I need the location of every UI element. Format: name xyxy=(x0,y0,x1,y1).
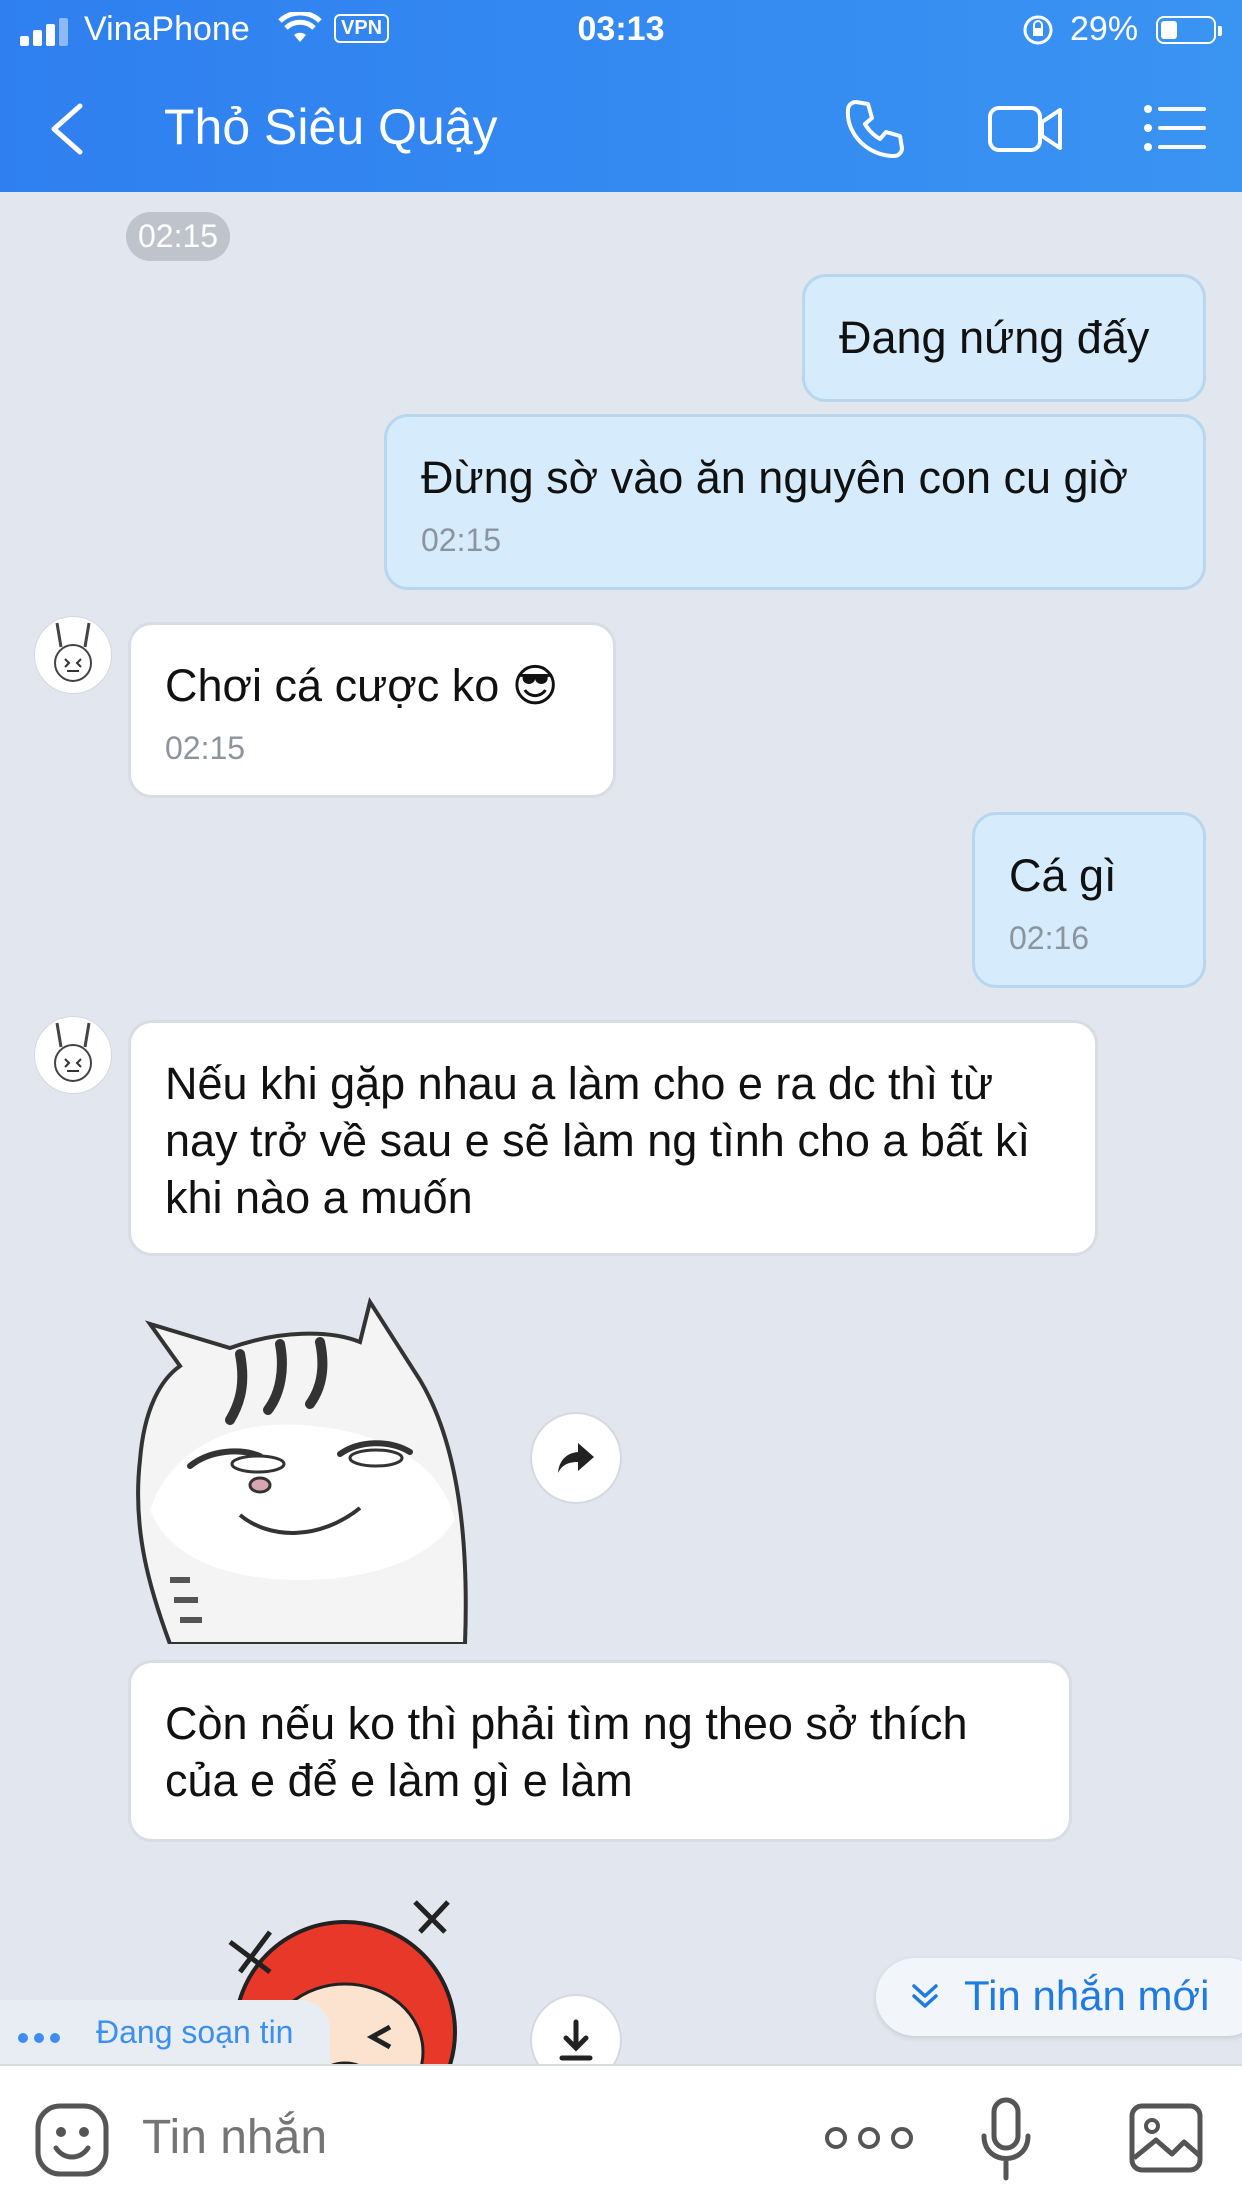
download-button[interactable] xyxy=(530,1994,622,2064)
back-icon xyxy=(51,103,83,155)
message-bubble-in[interactable]: Chơi cá cược ko 😎 02:15 xyxy=(128,622,616,798)
call-button[interactable] xyxy=(838,92,910,164)
chat-header: Thỏ Siêu Quậy xyxy=(0,64,1242,192)
download-icon xyxy=(559,2019,593,2061)
new-messages-button[interactable]: Tin nhắn mới xyxy=(876,1958,1242,2036)
sunglasses-emoji: 😎 xyxy=(511,660,559,711)
message-bubble-in[interactable]: Nếu khi gặp nhau a làm cho e ra dc thì t… xyxy=(128,1020,1098,1256)
cat-sticker[interactable] xyxy=(130,1290,480,1646)
battery-percent: 29% xyxy=(1070,10,1139,48)
back-button[interactable] xyxy=(40,94,100,164)
message-text: Cá gì xyxy=(1009,850,1117,901)
forward-button[interactable] xyxy=(530,1412,622,1504)
typing-indicator: Đang soạn tin xyxy=(0,2000,330,2066)
more-icon xyxy=(825,2127,913,2149)
battery-icon xyxy=(1156,16,1222,44)
message-text: Chơi cá cược ko xyxy=(165,660,500,711)
more-button[interactable] xyxy=(822,2116,916,2160)
message-bubble-out[interactable]: Cá gì 02:16 xyxy=(972,812,1206,988)
time-separator: 02:15 xyxy=(126,212,231,261)
phone-icon xyxy=(845,100,904,158)
double-chevron-down-icon xyxy=(912,1984,938,2008)
message-text: Đang nứng đấy xyxy=(839,312,1150,363)
message-time: 02:15 xyxy=(421,522,502,558)
message-bubble-in[interactable]: Còn nếu ko thì phải tìm ng theo sở thích… xyxy=(128,1660,1072,1842)
sticker-button[interactable] xyxy=(34,2102,110,2178)
avatar[interactable] xyxy=(34,1016,112,1094)
typing-dots-icon xyxy=(18,2030,66,2048)
video-call-button[interactable] xyxy=(986,92,1066,164)
page-title[interactable]: Thỏ Siêu Quậy xyxy=(164,98,498,156)
message-text: Còn nếu ko thì phải tìm ng theo sở thích… xyxy=(165,1698,968,1806)
new-messages-label: Tin nhắn mới xyxy=(964,1972,1210,2019)
mic-icon xyxy=(981,2097,1031,2181)
message-input[interactable] xyxy=(142,2110,782,2165)
lock-rotation-icon xyxy=(1020,12,1056,57)
message-bubble-out[interactable]: Đang nứng đấy xyxy=(802,274,1206,402)
image-button[interactable] xyxy=(1128,2102,1204,2174)
menu-button[interactable] xyxy=(1142,92,1208,164)
message-list[interactable]: 02:15 Đang nứng đấy Đừng sờ vào ăn nguyê… xyxy=(0,192,1242,2064)
image-icon xyxy=(1129,2103,1203,2173)
message-time: 02:16 xyxy=(1009,920,1090,956)
message-text: Đừng sờ vào ăn nguyên con cu giờ xyxy=(421,452,1129,503)
message-text: Nếu khi gặp nhau a làm cho e ra dc thì t… xyxy=(165,1058,1030,1223)
status-bar: VinaPhone VPN 03:13 29% xyxy=(0,0,1242,64)
sticker-icon xyxy=(35,2103,109,2177)
message-time: 02:15 xyxy=(165,730,246,766)
composer-bar xyxy=(0,2064,1242,2210)
avatar[interactable] xyxy=(34,616,112,694)
message-bubble-out[interactable]: Đừng sờ vào ăn nguyên con cu giờ 02:15 xyxy=(384,414,1206,590)
voice-button[interactable] xyxy=(978,2096,1034,2184)
typing-text: Đang soạn tin xyxy=(96,2014,294,2050)
share-arrow-icon xyxy=(558,1443,594,1473)
video-icon xyxy=(988,106,1062,152)
menu-icon xyxy=(1144,105,1206,151)
